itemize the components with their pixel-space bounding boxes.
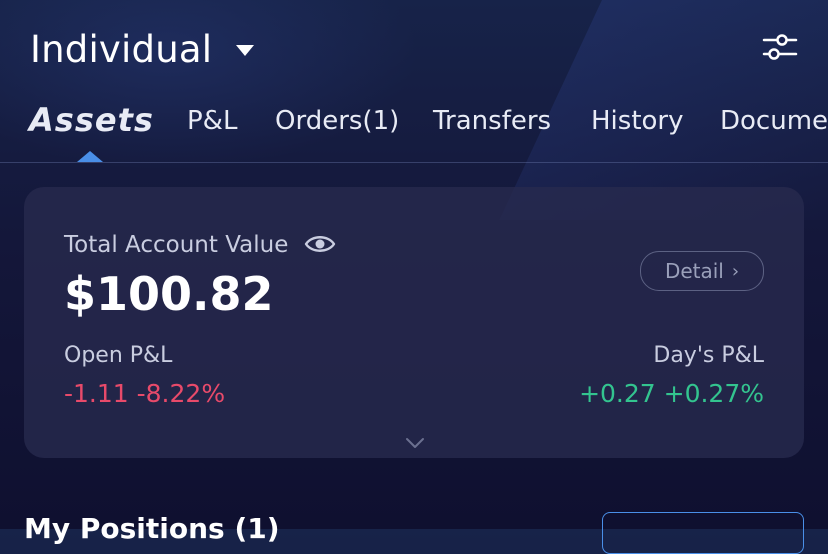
active-tab-indicator: [77, 151, 103, 162]
tab-documents[interactable]: Documents: [720, 106, 828, 136]
account-name: Individual: [30, 27, 213, 71]
tab-transfers[interactable]: Transfers: [433, 106, 551, 136]
day-pl-label: Day's P&L: [653, 343, 764, 368]
account-selector[interactable]: Individual: [30, 24, 255, 74]
sliders-icon: [762, 34, 798, 60]
tab-pl[interactable]: P&L: [187, 106, 237, 136]
chevron-right-icon: ›: [731, 260, 740, 282]
account-summary-card: Total Account Value $100.82 Detail › Ope…: [24, 187, 804, 458]
caret-down-icon: [236, 44, 255, 56]
filter-settings-button[interactable]: [758, 28, 802, 66]
detail-button[interactable]: Detail ›: [640, 251, 764, 291]
detail-button-label: Detail: [664, 259, 724, 283]
tab-bar: Assets P&L Orders(1) Transfers History D…: [0, 96, 828, 163]
day-pl-value: +0.27 +0.27%: [579, 379, 764, 408]
chevron-down-icon[interactable]: [404, 435, 426, 454]
tab-orders[interactable]: Orders(1): [275, 106, 399, 136]
eye-icon[interactable]: [304, 233, 336, 259]
open-pl-label: Open P&L: [64, 343, 173, 368]
total-account-value-label: Total Account Value: [64, 232, 289, 258]
total-account-value: $100.82: [64, 267, 274, 321]
open-pl-value: -1.11 -8.22%: [64, 379, 226, 408]
tab-assets[interactable]: Assets: [29, 101, 154, 139]
header: Individual: [0, 0, 828, 96]
positions-action-button[interactable]: [602, 512, 804, 554]
tab-history[interactable]: History: [591, 106, 684, 136]
